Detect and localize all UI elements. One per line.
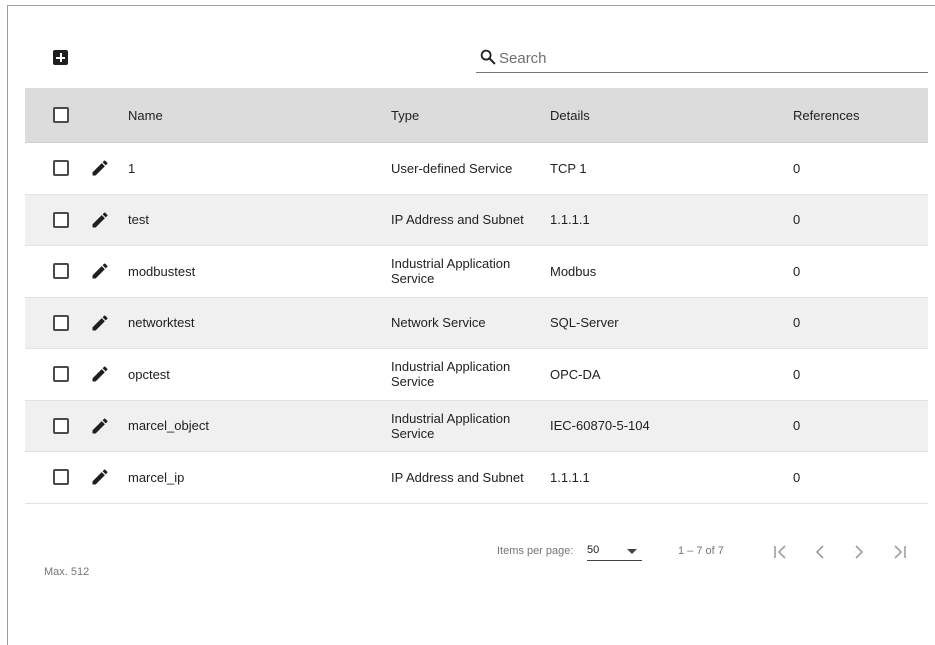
pencil-icon[interactable]	[90, 210, 110, 230]
column-header-references[interactable]: References	[793, 88, 859, 142]
row-checkbox-cell	[53, 452, 69, 503]
table-row[interactable]: networktest Network Service SQL-Server 0	[25, 297, 928, 349]
cell-type: IP Address and Subnet	[391, 212, 524, 228]
objects-table: Name Type Details References 1 User-defin…	[25, 88, 928, 504]
edit-cell	[90, 452, 110, 503]
row-checkbox[interactable]	[53, 211, 69, 228]
cell-type: User-defined Service	[391, 160, 513, 176]
cell-references: 0	[793, 212, 801, 228]
row-checkbox-cell	[53, 195, 69, 246]
table-row[interactable]: test IP Address and Subnet 1.1.1.1 0	[25, 194, 928, 246]
column-header-details[interactable]: Details	[550, 88, 590, 142]
cell-details: TCP 1	[550, 160, 587, 176]
row-checkbox-cell	[53, 298, 69, 349]
pencil-icon[interactable]	[90, 313, 110, 333]
edit-cell	[90, 143, 110, 194]
cell-name: marcel_object	[128, 418, 209, 434]
row-checkbox-cell	[53, 143, 69, 194]
page-range-label: 1 – 7 of 7	[678, 545, 724, 557]
cell-references: 0	[793, 418, 801, 434]
edit-cell	[90, 246, 110, 297]
cell-type: Industrial Application Service	[391, 256, 511, 287]
row-checkbox[interactable]	[53, 417, 69, 434]
cell-name: 1	[128, 160, 136, 176]
cell-details: Modbus	[550, 263, 597, 279]
cell-references: 0	[793, 160, 801, 176]
pencil-icon[interactable]	[90, 364, 110, 384]
cell-name: opctest	[128, 366, 170, 382]
table-row[interactable]: 1 User-defined Service TCP 1 0	[25, 143, 928, 195]
row-checkbox[interactable]	[53, 366, 69, 383]
cell-details: 1.1.1.1	[550, 212, 590, 228]
cell-type: Network Service	[391, 315, 486, 331]
items-per-page-select[interactable]: 50	[587, 541, 642, 561]
cell-type: Industrial Application Service	[391, 359, 511, 390]
table-header: Name Type Details References	[25, 88, 928, 143]
table-body: 1 User-defined Service TCP 1 0 test IP Addres…	[25, 143, 928, 504]
edit-cell	[90, 195, 110, 246]
table-row[interactable]: marcel_ip IP Address and Subnet 1.1.1.1 0	[25, 452, 928, 504]
last-page-icon[interactable]	[889, 543, 909, 561]
cell-name: modbustest	[128, 263, 196, 279]
edit-cell	[90, 401, 110, 452]
row-checkbox[interactable]	[53, 469, 69, 486]
search-field[interactable]	[476, 45, 928, 73]
edit-cell	[90, 349, 110, 400]
edit-cell	[90, 298, 110, 349]
cell-details: 1.1.1.1	[550, 469, 590, 485]
add-button[interactable]	[53, 50, 68, 65]
previous-page-icon[interactable]	[810, 543, 830, 561]
header-checkbox-cell	[53, 88, 69, 142]
max-entries-label: Max. 512	[44, 566, 90, 578]
row-checkbox-cell	[53, 349, 69, 400]
cell-name: marcel_ip	[128, 469, 185, 485]
column-header-type[interactable]: Type	[391, 88, 541, 142]
pencil-icon[interactable]	[90, 158, 110, 178]
next-page-icon[interactable]	[849, 543, 869, 561]
cell-details: IEC-60870-5-104	[550, 418, 650, 434]
items-per-page-label: Items per page:	[497, 545, 574, 557]
row-checkbox-cell	[53, 401, 69, 452]
row-checkbox[interactable]	[53, 263, 69, 280]
cell-references: 0	[793, 469, 801, 485]
cell-references: 0	[793, 366, 801, 382]
pencil-icon[interactable]	[90, 416, 110, 436]
dropdown-arrow-icon	[627, 549, 637, 554]
cell-details: OPC-DA	[550, 366, 601, 382]
table-row[interactable]: marcel_object Industrial Application Serv…	[25, 400, 928, 452]
cell-type: IP Address and Subnet	[391, 469, 524, 485]
pencil-icon[interactable]	[90, 261, 110, 281]
cell-details: SQL-Server	[550, 315, 619, 331]
table-row[interactable]: opctest Industrial Application Service OPC…	[25, 349, 928, 401]
first-page-icon[interactable]	[771, 543, 791, 561]
row-checkbox[interactable]	[53, 314, 69, 331]
pencil-icon[interactable]	[90, 467, 110, 487]
row-checkbox-cell	[53, 246, 69, 297]
search-input[interactable]	[499, 46, 919, 70]
column-header-name[interactable]: Name	[128, 88, 163, 142]
cell-references: 0	[793, 263, 801, 279]
table-row[interactable]: modbustest Industrial Application Service…	[25, 246, 928, 298]
cell-name: networktest	[128, 315, 195, 331]
select-all-checkbox[interactable]	[53, 107, 69, 123]
items-per-page-value: 50	[587, 544, 600, 556]
row-checkbox[interactable]	[53, 160, 69, 177]
cell-type: Industrial Application Service	[391, 410, 511, 441]
search-icon	[480, 49, 496, 65]
cell-name: test	[128, 212, 149, 228]
cell-references: 0	[793, 315, 801, 331]
